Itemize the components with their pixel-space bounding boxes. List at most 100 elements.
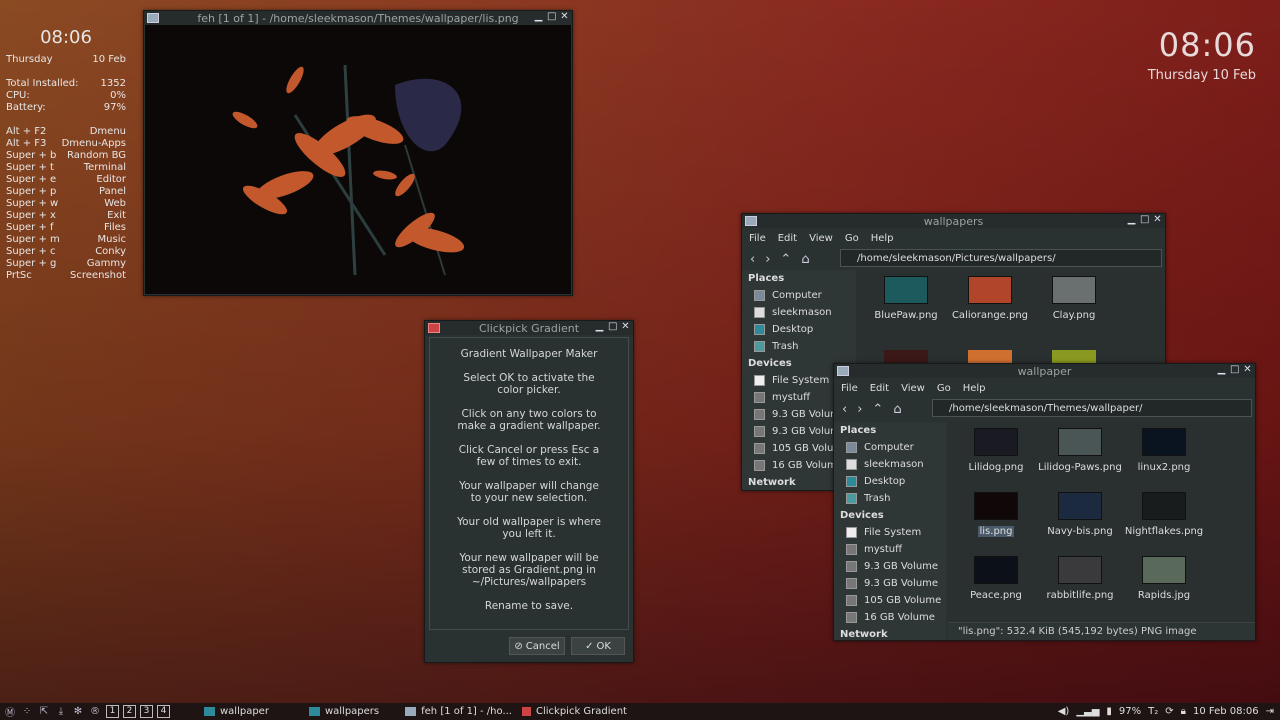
workspace-3[interactable]: 3 [140,705,153,718]
close-icon[interactable]: ✕ [1243,364,1252,375]
workspace-1[interactable]: 1 [106,705,119,718]
sidebar-item-desktop[interactable]: Desktop [742,321,856,338]
conky-stat-value: 97% [103,102,126,113]
sidebar-device[interactable]: 105 GB Volume [834,592,946,609]
file-item[interactable]: Caliorange.png [948,276,1032,321]
fm2-sidebar: Places Computer sleekmason Desktop Trash Devi… [834,422,946,640]
forward-icon[interactable]: › [857,402,862,417]
file-name: Peace.png [970,590,1022,601]
home-icon[interactable]: ⌂ [801,252,809,267]
sidebar-item-label: mystuff [772,392,811,403]
conky-shortcut-row: Super + g Gammy [6,258,126,270]
paw-icon[interactable]: ✻ [71,706,85,717]
lock-icon[interactable]: 🔒︎ [1181,706,1186,717]
close-icon[interactable]: ✕ [1153,214,1162,225]
file-item[interactable]: Nightflakes.png [1122,492,1206,537]
forward-icon[interactable]: › [765,252,770,267]
file-item[interactable]: lis.png [954,492,1038,537]
file-item[interactable]: Lilidog.png [954,428,1038,473]
dialog-titlebar[interactable]: Clickpick Gradient ▁ □ ✕ [425,321,633,335]
logout-icon[interactable]: ⇥ [1266,706,1274,717]
up-icon[interactable]: ⌃ [872,402,883,417]
cursor-icon[interactable]: ⇱ [37,706,51,717]
fm1-titlebar[interactable]: wallpapers ▁ □ ✕ [742,214,1165,228]
refresh-icon[interactable]: ⟳ [1165,706,1173,717]
conky-stat-label: Battery: [6,102,46,113]
feh-window[interactable]: feh [1 of 1] - /home/sleekmason/Themes/w… [143,10,573,296]
menu-icon[interactable]: Ⓜ [3,704,17,719]
close-icon[interactable]: ✕ [621,321,630,332]
minimize-icon[interactable]: ▁ [534,11,543,22]
file-item[interactable]: Navy-bis.png [1038,492,1122,537]
file-thumbnail [884,276,928,304]
apps-icon[interactable]: ⁘ [20,706,34,717]
maximize-icon[interactable]: □ [1140,214,1149,225]
sidebar-device[interactable]: 9.3 GB Volume [834,558,946,575]
registered-icon[interactable]: ® [88,706,102,717]
battery-icon[interactable]: ▮ [1106,706,1112,717]
sidebar-item-label: File System [772,375,830,386]
maximize-icon[interactable]: □ [1230,364,1239,375]
sidebar-item-computer[interactable]: Computer [742,287,856,304]
volume-icon[interactable]: ◀) [1058,706,1070,717]
close-icon[interactable]: ✕ [560,11,569,22]
file-item[interactable]: Lilidog-Paws.png [1038,428,1122,473]
clickpick-dialog[interactable]: Clickpick Gradient ▁ □ ✕ Gradient Wallpape… [424,320,634,663]
sidebar-item-sleekmason[interactable]: sleekmason [834,456,946,473]
menu-edit[interactable]: Edit [870,383,889,394]
menu-view[interactable]: View [901,383,925,394]
maximize-icon[interactable]: □ [608,321,617,332]
ok-button[interactable]: ✓ OK [571,637,625,655]
fm2-location-bar[interactable]: /home/sleekmason/Themes/wallpaper/ [932,399,1252,417]
task-clickpick[interactable]: Clickpick Gradient [522,706,627,717]
file-item[interactable]: Peace.png [954,556,1038,601]
task-feh[interactable]: feh [1 of 1] - /ho... [405,706,512,717]
sidebar-device[interactable]: File System [834,524,946,541]
minimize-icon[interactable]: ▁ [595,321,604,332]
sidebar-item-computer[interactable]: Computer [834,439,946,456]
back-icon[interactable]: ‹ [842,402,847,417]
file-manager-wallpaper[interactable]: wallpaper ▁ □ ✕ File Edit View Go Help ‹ › ⌃… [833,363,1256,641]
shortcut-key: Super + p [6,186,57,197]
task-wallpapers[interactable]: wallpapers [308,706,379,717]
fm1-location-bar[interactable]: /home/sleekmason/Pictures/wallpapers/ [840,249,1162,267]
text-tool-icon[interactable]: T₂ [1148,706,1158,717]
download-icon[interactable]: ⤓ [54,706,68,717]
menu-go[interactable]: Go [937,383,951,394]
network-icon[interactable]: ▁▃▅ [1076,706,1099,717]
menu-help[interactable]: Help [963,383,986,394]
workspace-4[interactable]: 4 [157,705,170,718]
shortcut-key: Super + t [6,162,54,173]
desktop-clock: 08:06 Thursday 10 Feb [1148,26,1256,83]
file-item[interactable]: rabbitlife.png [1038,556,1122,601]
file-item[interactable]: Clay.png [1032,276,1116,321]
sidebar-item-sleekmason[interactable]: sleekmason [742,304,856,321]
minimize-icon[interactable]: ▁ [1217,364,1226,375]
back-icon[interactable]: ‹ [750,252,755,267]
fm2-titlebar[interactable]: wallpaper ▁ □ ✕ [834,364,1255,378]
menu-file[interactable]: File [841,383,858,394]
menu-edit[interactable]: Edit [778,233,797,244]
menu-file[interactable]: File [749,233,766,244]
home-icon[interactable]: ⌂ [893,402,901,417]
menu-view[interactable]: View [809,233,833,244]
sidebar-device[interactable]: 9.3 GB Volume [834,575,946,592]
workspace-2[interactable]: 2 [123,705,136,718]
sidebar-item-trash[interactable]: Trash [834,490,946,507]
up-icon[interactable]: ⌃ [780,252,791,267]
sidebar-device[interactable]: mystuff [834,541,946,558]
sidebar-item-desktop[interactable]: Desktop [834,473,946,490]
file-item[interactable]: linux2.png [1122,428,1206,473]
file-item[interactable]: Rapids.jpg [1122,556,1206,601]
sidebar-device[interactable]: 16 GB Volume [834,609,946,626]
feh-titlebar[interactable]: feh [1 of 1] - /home/sleekmason/Themes/w… [144,11,572,25]
minimize-icon[interactable]: ▁ [1127,214,1136,225]
cancel-button[interactable]: ⊘ Cancel [509,637,565,655]
task-wallpaper[interactable]: wallpaper [204,706,269,717]
menu-help[interactable]: Help [871,233,894,244]
menu-go[interactable]: Go [845,233,859,244]
place-icon [754,307,765,318]
file-item[interactable]: BluePaw.png [864,276,948,321]
sidebar-item-trash[interactable]: Trash [742,338,856,355]
maximize-icon[interactable]: □ [547,11,556,22]
